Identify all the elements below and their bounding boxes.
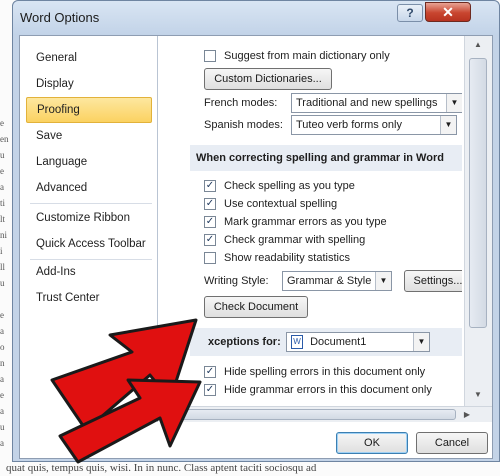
check-document-button[interactable]: Check Document — [204, 296, 308, 318]
nav-item-save[interactable]: Save — [26, 123, 152, 149]
custom-dictionaries-button[interactable]: Custom Dictionaries... — [204, 68, 332, 90]
exceptions-document-select[interactable]: W Document1 ▼ — [286, 332, 430, 352]
scroll-left-icon[interactable]: ◀ — [165, 408, 179, 422]
cancel-button[interactable]: Cancel — [416, 432, 488, 454]
checkbox-checked[interactable]: ✓ — [204, 216, 216, 228]
vertical-scrollbar[interactable]: ▲ ▼ — [464, 36, 492, 406]
proofing-panel: Suggest from main dictionary only Custom… — [164, 36, 462, 458]
writing-style-select[interactable]: Grammar & Style ▼ — [282, 271, 392, 291]
chevron-down-icon: ▼ — [446, 94, 462, 112]
dialog-body: General Display Proofing Save Language A… — [19, 35, 493, 459]
nav-item-language[interactable]: Language — [26, 149, 152, 175]
checkbox-checked[interactable]: ✓ — [204, 366, 216, 378]
dialog-title: Word Options — [20, 10, 100, 25]
nav-item-customize-ribbon[interactable]: Customize Ribbon — [26, 205, 152, 231]
checkbox-checked[interactable]: ✓ — [204, 198, 216, 210]
checkbox-checked[interactable]: ✓ — [204, 384, 216, 396]
doc-bottom-text: quat quis, tempus quis, wisi. In in nunc… — [6, 462, 317, 474]
help-button[interactable]: ? — [397, 4, 423, 22]
scrollbar-thumb[interactable] — [180, 409, 456, 420]
spanish-modes-select[interactable]: Tuteo verb forms only ▼ — [291, 115, 457, 135]
nav-item-advanced[interactable]: Advanced — [26, 175, 152, 201]
chevron-down-icon: ▼ — [440, 116, 456, 134]
nav-item-proofing[interactable]: Proofing — [26, 97, 152, 123]
checkbox[interactable] — [204, 252, 216, 264]
word-options-dialog: Word Options ? ✕ General Display Proofin… — [12, 0, 500, 462]
french-modes-select[interactable]: Traditional and new spellings ▼ — [291, 93, 462, 113]
nav-item-general[interactable]: General — [26, 45, 152, 71]
title-bar: Word Options ? ✕ — [13, 1, 499, 35]
nav-item-quick-access-toolbar[interactable]: Quick Access Toolbar — [26, 231, 152, 257]
nav-divider — [30, 203, 152, 204]
exceptions-label: xceptions for: — [208, 336, 281, 348]
french-modes-label: French modes: — [204, 97, 278, 109]
nav-item-display[interactable]: Display — [26, 71, 152, 97]
dialog-footer: OK Cancel — [20, 422, 492, 458]
nav-item-trust-center[interactable]: Trust Center — [26, 285, 152, 311]
chevron-down-icon: ▼ — [413, 333, 429, 351]
scroll-down-icon[interactable]: ▼ — [470, 388, 486, 402]
writing-style-label: Writing Style: — [204, 275, 269, 287]
horizontal-scrollbar[interactable]: ◀ ▶ — [164, 406, 492, 422]
section-header: When correcting spelling and grammar in … — [190, 145, 462, 171]
options-nav: General Display Proofing Save Language A… — [20, 36, 158, 458]
scrollbar-thumb[interactable] — [469, 58, 487, 328]
checkbox-checked[interactable]: ✓ — [204, 180, 216, 192]
word-document-icon: W — [291, 335, 303, 350]
nav-item-add-ins[interactable]: Add-Ins — [26, 259, 152, 285]
scroll-up-icon[interactable]: ▲ — [470, 38, 486, 52]
checkbox[interactable] — [204, 50, 216, 62]
close-button[interactable]: ✕ — [425, 2, 471, 22]
settings-button[interactable]: Settings... — [404, 270, 462, 292]
chevron-down-icon: ▼ — [375, 272, 391, 290]
spanish-modes-label: Spanish modes: — [204, 119, 283, 131]
scroll-right-icon[interactable]: ▶ — [460, 408, 474, 422]
ok-button[interactable]: OK — [336, 432, 408, 454]
checkbox-checked[interactable]: ✓ — [204, 234, 216, 246]
